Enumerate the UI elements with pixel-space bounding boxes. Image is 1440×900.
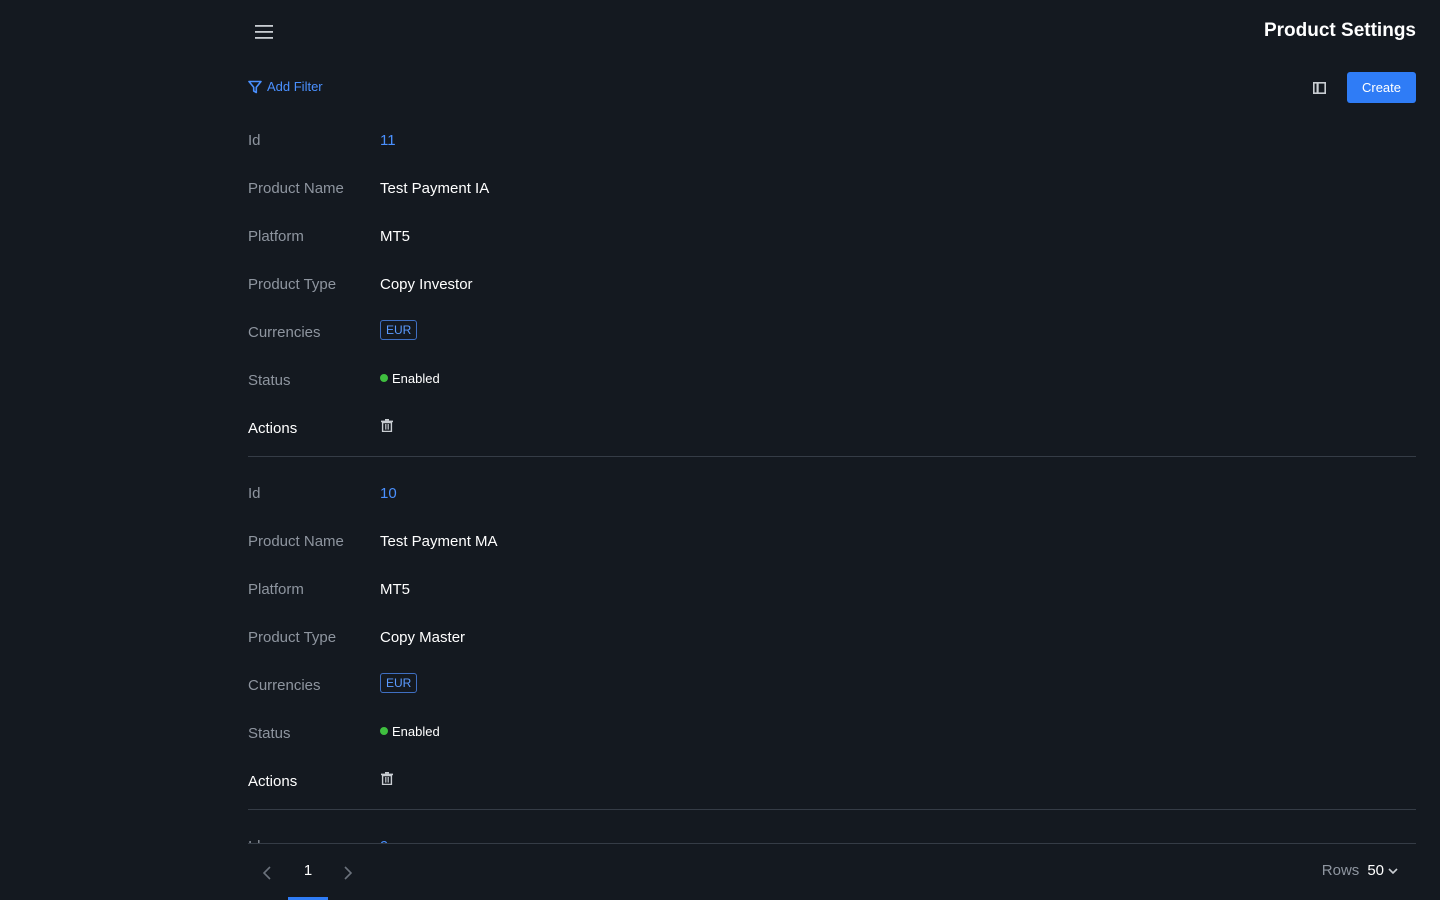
previous-page-button[interactable] — [256, 862, 278, 884]
create-button[interactable]: Create — [1347, 72, 1416, 103]
page-title: Product Settings — [1263, 20, 1416, 41]
field-label-actions: Actions — [248, 772, 298, 790]
add-filter-label: Add Filter — [267, 79, 323, 94]
currency-tag: EUR — [380, 320, 418, 340]
records-list: Id 11 Product Name Test Payment IA Platf… — [248, 116, 1416, 843]
next-page-button[interactable] — [337, 862, 359, 884]
status-badge: Enabled — [380, 371, 440, 386]
chevron-left-icon — [263, 866, 271, 880]
record-id-link[interactable]: 11 — [380, 132, 396, 149]
record-row-id: Id 11 — [248, 116, 1416, 164]
pagination-bar: 1 Rows 50 — [248, 843, 1416, 900]
page-number-current[interactable]: 1 — [288, 844, 328, 900]
record-row-platform: Platform MT5 — [248, 212, 1416, 260]
delete-button[interactable] — [381, 418, 393, 432]
app-root: Product Settings Add Filter Create Id 11… — [0, 0, 1440, 900]
field-label-platform: Platform — [248, 227, 304, 245]
trash-icon — [381, 771, 393, 785]
rows-per-page: Rows 50 — [1322, 862, 1398, 879]
chevron-right-icon — [344, 866, 352, 880]
record-row-platform: Platform MT5 — [248, 565, 1416, 613]
product-name-value: Test Payment MA — [380, 532, 498, 550]
field-label-platform: Platform — [248, 580, 304, 598]
record-card: Id 9 — [248, 822, 1416, 844]
record-row-product-type: Product Type Copy Master — [248, 613, 1416, 661]
product-type-value: Copy Investor — [380, 275, 473, 293]
hamburger-icon — [255, 25, 273, 39]
field-label-status: Status — [248, 724, 291, 742]
field-label-currencies: Currencies — [248, 323, 321, 341]
field-label-id: Id — [248, 484, 261, 502]
field-label-id: Id — [248, 131, 261, 149]
record-id-link[interactable]: 10 — [380, 485, 397, 502]
field-label-product-type: Product Type — [248, 275, 337, 293]
product-name-value: Test Payment IA — [380, 179, 490, 197]
status-text: Enabled — [392, 723, 440, 739]
record-row-id: Id 10 — [248, 469, 1416, 517]
record-row-status: Status Enabled — [248, 356, 1416, 404]
record-card: Id 11 Product Name Test Payment IA Platf… — [248, 116, 1416, 457]
record-row-actions: Actions — [248, 757, 1416, 805]
currency-tag: EUR — [380, 673, 418, 693]
field-label-product-name: Product Name — [248, 532, 344, 550]
record-row-currencies: Currencies EUR — [248, 308, 1416, 356]
status-text: Enabled — [392, 370, 440, 386]
status-dot-icon — [380, 727, 388, 735]
add-filter-button[interactable]: Add Filter — [248, 79, 323, 94]
field-label-actions: Actions — [248, 419, 298, 437]
rows-per-page-select[interactable]: 50 — [1367, 862, 1398, 879]
record-row-product-name: Product Name Test Payment IA — [248, 164, 1416, 212]
trash-icon — [381, 418, 393, 432]
record-row-actions: Actions — [248, 404, 1416, 452]
record-row-currencies: Currencies EUR — [248, 661, 1416, 709]
field-label-product-type: Product Type — [248, 628, 337, 646]
menu-toggle-button[interactable] — [248, 18, 280, 46]
columns-toggle-button[interactable] — [1307, 76, 1331, 100]
record-row-product-name: Product Name Test Payment MA — [248, 517, 1416, 565]
status-badge: Enabled — [380, 724, 440, 739]
status-dot-icon — [380, 374, 388, 382]
record-row-status: Status Enabled — [248, 709, 1416, 757]
chevron-down-icon — [1388, 867, 1398, 874]
record-row-product-type: Product Type Copy Investor — [248, 260, 1416, 308]
product-type-value: Copy Master — [380, 628, 466, 646]
platform-value: MT5 — [380, 227, 410, 245]
filter-icon — [248, 80, 262, 93]
columns-icon — [1312, 82, 1326, 94]
field-label-product-name: Product Name — [248, 179, 344, 197]
field-label-status: Status — [248, 371, 291, 389]
delete-button[interactable] — [381, 771, 393, 785]
record-card: Id 10 Product Name Test Payment MA Platf… — [248, 469, 1416, 810]
rows-label: Rows — [1321, 862, 1360, 879]
record-row-id: Id 9 — [248, 822, 1416, 844]
rows-value: 50 — [1367, 862, 1384, 879]
platform-value: MT5 — [380, 580, 410, 598]
field-label-currencies: Currencies — [248, 676, 321, 694]
